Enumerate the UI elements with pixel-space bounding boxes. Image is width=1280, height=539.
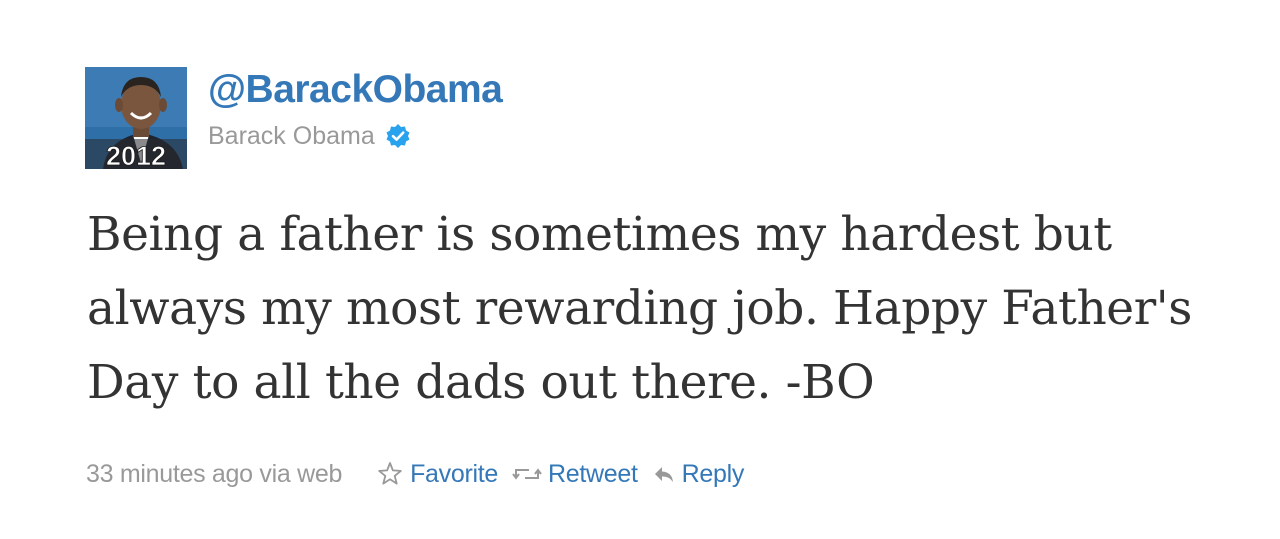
verified-badge-icon — [386, 124, 410, 148]
avatar-badge-text: 2012 — [106, 141, 166, 169]
timestamp[interactable]: 33 minutes ago via web — [86, 460, 342, 489]
reply-label: Reply — [681, 459, 745, 488]
reply-arrow-icon — [654, 467, 673, 482]
screen-name[interactable]: @BarackObama — [208, 66, 503, 114]
retweet-label: Retweet — [547, 459, 638, 488]
reply-button[interactable]: Reply — [652, 460, 744, 489]
avatar[interactable]: 2012 — [85, 67, 187, 169]
full-name[interactable]: Barack Obama — [208, 122, 375, 151]
full-name-row: Barack Obama — [208, 119, 411, 153]
avatar-image: 2012 — [85, 67, 187, 169]
star-icon — [378, 462, 402, 485]
retweet-button[interactable]: Retweet — [512, 460, 638, 489]
tweet-text: Being a father is sometimes my hardest b… — [87, 207, 1193, 410]
favorite-label: Favorite — [410, 459, 498, 488]
retweet-icon — [512, 468, 542, 480]
favorite-button[interactable]: Favorite — [376, 460, 498, 489]
tweet-meta: 33 minutes ago via web Favorite Retweet … — [86, 456, 744, 492]
tweet-card: 2012 @BarackObama Barack Obama Being a f… — [0, 0, 1280, 539]
